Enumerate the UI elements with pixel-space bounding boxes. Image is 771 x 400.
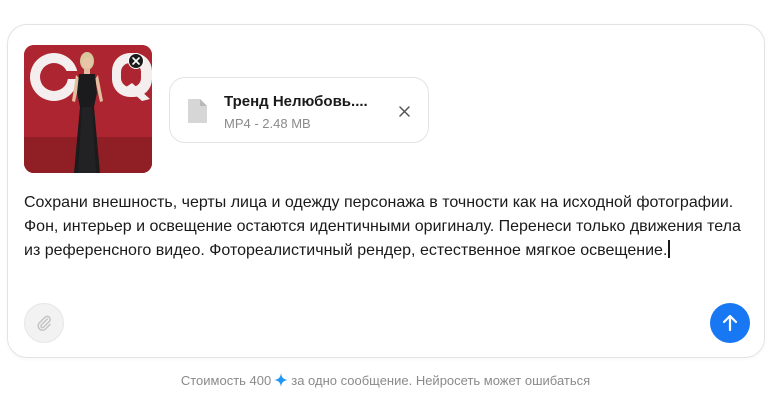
attach-file-button[interactable] [24,303,64,343]
document-icon [188,99,207,123]
image-attachment-thumbnail[interactable] [24,45,152,173]
file-name: Тренд Нелюбовь.... [224,93,368,110]
close-icon [132,57,140,65]
prompt-textarea[interactable]: Сохрани внешность, черты лица и одежду п… [24,191,750,263]
arrow-up-icon [722,314,738,332]
remove-image-button[interactable] [128,53,144,69]
sparkle-icon [274,373,289,387]
message-composer: Тренд Нелюбовь.... MP4 - 2.48 MB Сохрани… [7,24,765,358]
cost-suffix: за одно сообщение. Нейросеть может ошиба… [291,373,591,388]
cost-disclaimer: Стоимость 400 за одно сообщение. Нейросет… [0,373,771,388]
send-button[interactable] [710,303,750,343]
video-file-attachment[interactable]: Тренд Нелюбовь.... MP4 - 2.48 MB [169,77,429,143]
cost-prefix: Стоимость 400 [180,373,272,388]
remove-file-button[interactable] [396,103,412,119]
attachments-row: Тренд Нелюбовь.... MP4 - 2.48 MB [24,45,444,173]
paperclip-icon [37,315,51,331]
prompt-text: Сохрани внешность, черты лица и одежду п… [24,194,741,259]
text-caret [668,240,671,258]
file-meta: MP4 - 2.48 MB [224,116,311,131]
close-icon [398,105,410,117]
